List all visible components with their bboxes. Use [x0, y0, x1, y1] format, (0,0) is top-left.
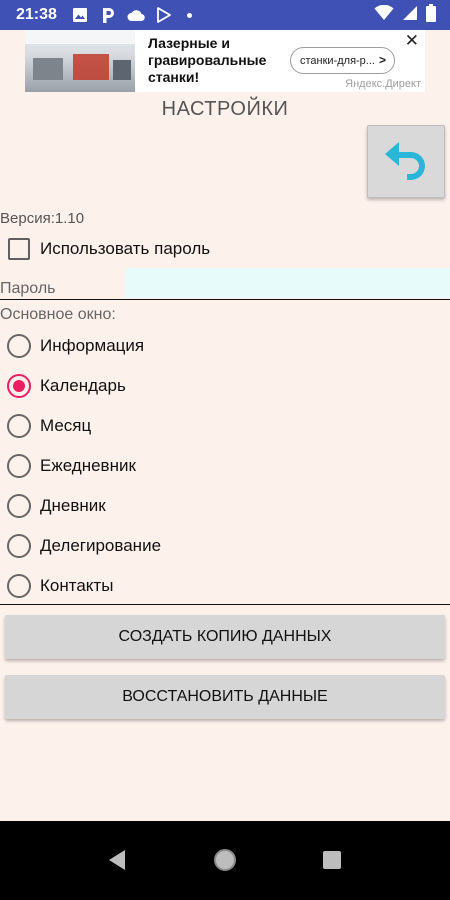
- password-input[interactable]: [125, 268, 450, 298]
- radio-label: Информация: [40, 336, 145, 355]
- radio-option-delegation[interactable]: Делегирование: [7, 526, 161, 566]
- radio-option-month[interactable]: Месяц: [7, 406, 161, 446]
- divider: [0, 604, 450, 605]
- ad-banner[interactable]: Лазерные и гравировальные станки! станки…: [25, 30, 425, 92]
- radio-label: Дневник: [40, 496, 106, 515]
- radio-button[interactable]: [7, 534, 31, 558]
- radio-button[interactable]: [7, 494, 31, 518]
- ad-link-text: станки-для-р...: [300, 54, 375, 67]
- radio-label: Календарь: [40, 376, 126, 395]
- version-text: Версия:1.10: [0, 210, 85, 227]
- use-password-checkbox-row[interactable]: Использовать пароль: [8, 238, 210, 260]
- close-icon[interactable]: ✕: [405, 31, 419, 51]
- radio-button[interactable]: [7, 454, 31, 478]
- radio-option-diary[interactable]: Дневник: [7, 486, 161, 526]
- cloud-icon: [127, 6, 145, 24]
- radio-label: Месяц: [40, 416, 92, 435]
- use-password-label: Использовать пароль: [40, 239, 211, 258]
- ad-source: Яндекс.Директ: [345, 78, 421, 90]
- radio-label: Контакты: [40, 576, 114, 595]
- undo-arrow-icon: [381, 136, 431, 187]
- radio-option-calendar[interactable]: Календарь: [7, 366, 161, 406]
- radio-button[interactable]: [7, 414, 31, 438]
- back-button[interactable]: [367, 125, 445, 198]
- nav-back-icon[interactable]: [107, 849, 127, 876]
- ad-title: Лазерные и гравировальные станки!: [148, 35, 267, 85]
- radio-option-planner[interactable]: Ежедневник: [7, 446, 161, 486]
- navigation-bar: [0, 821, 450, 900]
- radio-label: Делегирование: [40, 536, 162, 555]
- status-bar: 21:38: [0, 0, 450, 30]
- page-title: НАСТРОЙКИ: [161, 98, 289, 120]
- radio-button-selected[interactable]: [7, 374, 31, 398]
- nav-home-icon[interactable]: [214, 849, 236, 871]
- use-password-checkbox[interactable]: [8, 238, 30, 260]
- wifi-icon: [374, 4, 394, 26]
- image-icon: [71, 6, 89, 24]
- signal-icon: [402, 5, 418, 26]
- restore-data-button[interactable]: ВОССТАНОВИТЬ ДАННЫЕ: [5, 675, 445, 719]
- password-label: Пароль: [0, 280, 56, 297]
- p-app-icon: [99, 6, 117, 24]
- battery-icon: [426, 3, 436, 27]
- dot-icon: [186, 12, 192, 18]
- ad-link-button[interactable]: станки-для-р... >: [290, 47, 395, 74]
- chevron-right-icon: >: [378, 53, 386, 67]
- radio-option-contacts[interactable]: Контакты: [7, 566, 161, 606]
- main-window-radio-group: Информация Календарь Месяц Ежедневник Дн…: [7, 326, 161, 606]
- radio-button[interactable]: [7, 574, 31, 598]
- create-backup-button[interactable]: СОЗДАТЬ КОПИЮ ДАННЫХ: [5, 615, 445, 659]
- radio-option-information[interactable]: Информация: [7, 326, 161, 366]
- play-store-icon: [155, 6, 173, 24]
- status-time: 21:38: [16, 6, 57, 23]
- radio-button[interactable]: [7, 334, 31, 358]
- radio-label: Ежедневник: [40, 456, 136, 475]
- divider: [0, 299, 450, 300]
- main-window-label: Основное окно:: [0, 306, 116, 323]
- nav-recent-apps-icon[interactable]: [323, 851, 341, 869]
- ad-image: [25, 30, 135, 92]
